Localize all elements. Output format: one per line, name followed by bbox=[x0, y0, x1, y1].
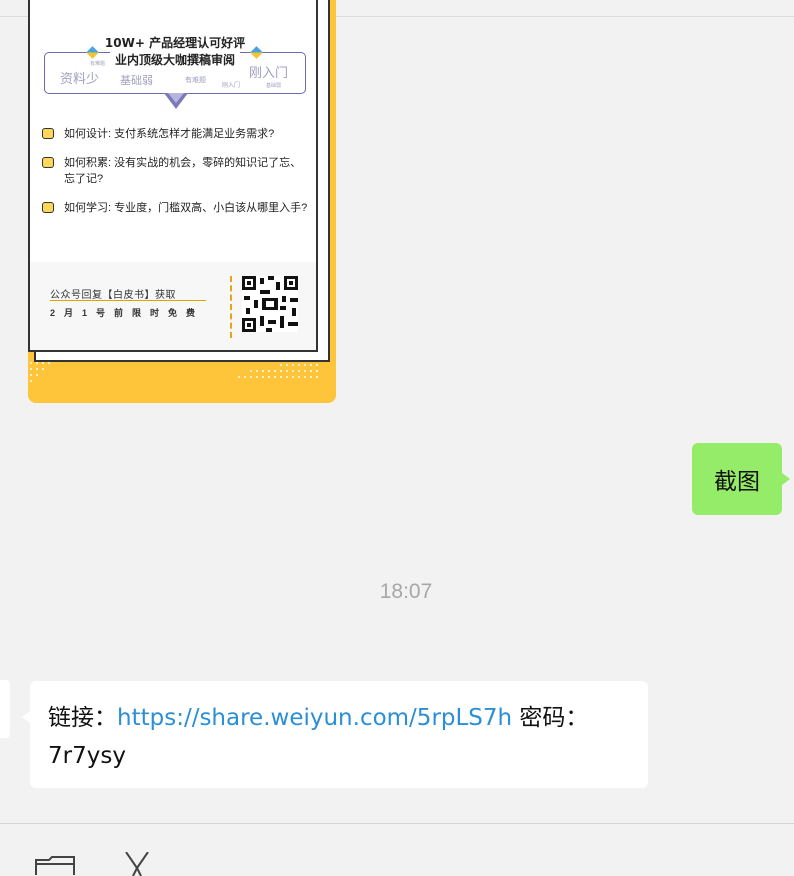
poster-question-text: 如何设计: 支付系统怎样才能满足业务需求? bbox=[64, 128, 275, 140]
message-password: 7r7ysy bbox=[48, 743, 126, 769]
poster-footer-line1: 公众号回复【白皮书】获取 bbox=[50, 290, 176, 301]
poster-footer-separator bbox=[230, 276, 232, 338]
poster-tag: 刚入门 bbox=[222, 83, 241, 89]
poster-question-text: 如何积累: 没有实战的机会，零碎的知识记了忘、忘了记? bbox=[64, 157, 302, 185]
qr-code-icon bbox=[242, 276, 298, 332]
poster-tag: 基础弱 bbox=[120, 75, 153, 87]
poster-question-text: 如何学习: 专业度，门槛双高、小白该从哪里入手? bbox=[64, 202, 308, 214]
poster-question: 如何积累: 没有实战的机会，零碎的知识记了忘、忘了记? bbox=[42, 155, 312, 187]
bulb-icon bbox=[42, 157, 54, 168]
sent-message-text: 截图 bbox=[714, 469, 760, 495]
message-link-prefix: 链接： bbox=[48, 705, 117, 731]
poster-tag: 基础弱 bbox=[266, 83, 282, 89]
message-timestamp: 18:07 bbox=[379, 580, 433, 603]
bulb-icon bbox=[42, 128, 54, 139]
poster-tag: 资料少 bbox=[60, 71, 100, 86]
message-password-label: 密码： bbox=[512, 705, 589, 731]
poster-tag: 有难题 bbox=[185, 77, 206, 84]
received-bubble-tail bbox=[22, 711, 30, 723]
triangle-arrow-inner bbox=[168, 93, 184, 103]
bulb-icon bbox=[42, 202, 54, 213]
received-message-bubble[interactable]: 链接：https://share.weiyun.com/5rpLS7h 密码： … bbox=[30, 681, 648, 788]
poster-footer-underline bbox=[50, 300, 206, 301]
sent-message-bubble[interactable]: 截图 bbox=[692, 443, 782, 515]
avatar[interactable] bbox=[0, 680, 10, 738]
share-link[interactable]: https://share.weiyun.com/5rpLS7h bbox=[117, 705, 512, 731]
folder-icon[interactable] bbox=[35, 856, 75, 876]
poster-title-line1: 10W+ 产品经理认可好评 bbox=[104, 36, 246, 50]
poster-footer-line2: 2月1号前限时免费 bbox=[50, 308, 205, 318]
poster-question: 如何设计: 支付系统怎样才能满足业务需求? bbox=[42, 126, 312, 142]
poster-sheet: 10W+ 产品经理认可好评 业内顶级大咖撰稿审阅 资料少 基础弱 刚入门 有难题… bbox=[28, 0, 318, 352]
poster-title-line2: 业内顶级大咖撰稿审阅 bbox=[110, 51, 240, 68]
input-divider bbox=[0, 823, 794, 824]
scissors-icon[interactable] bbox=[122, 852, 152, 876]
poster-image-message[interactable]: 10W+ 产品经理认可好评 业内顶级大咖撰稿审阅 资料少 基础弱 刚入门 有难题… bbox=[28, 0, 336, 403]
poster-tag: 有难题 bbox=[90, 61, 106, 67]
poster-tag: 刚入门 bbox=[249, 65, 289, 80]
poster-footer: 公众号回复【白皮书】获取 2月1号前限时免费 bbox=[30, 262, 316, 350]
poster-question: 如何学习: 专业度，门槛双高、小白该从哪里入手? bbox=[42, 200, 312, 232]
sent-bubble-tail bbox=[782, 473, 790, 485]
